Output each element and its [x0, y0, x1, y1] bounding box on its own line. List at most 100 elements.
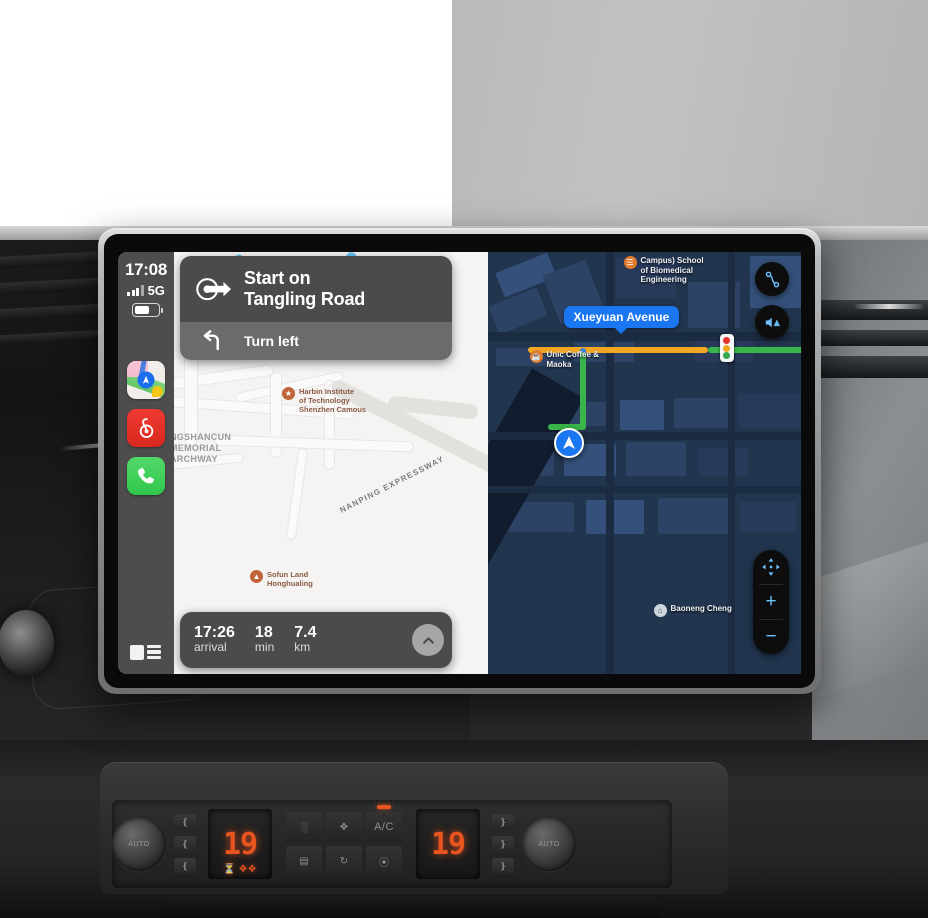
maps-pin-icon: [137, 371, 155, 389]
poi-label: Baoneng Cheng: [670, 604, 732, 613]
dashboard-split-view-icon[interactable]: [130, 642, 162, 662]
poi-label: Harbin Institute of Technology Shenzhen …: [299, 387, 367, 414]
poi-label: Campus) School of Biomedical Engineering: [640, 256, 704, 284]
cellular-bars-icon: [127, 285, 144, 296]
eta-arrival-label: arrival: [194, 640, 227, 654]
cafe-icon: ☕: [529, 350, 543, 363]
traffic-light-amber: [723, 344, 730, 352]
poi-university[interactable]: ★ Harbin Institute of Technology Shenzhe…: [282, 387, 366, 414]
road-segment: [213, 434, 415, 453]
instruction-line-2: Tangling Road: [244, 289, 366, 309]
windshield-left: [0, 0, 452, 232]
air-vent-right: [812, 300, 928, 320]
carplay-sidebar: 17:08 5G: [118, 252, 174, 674]
traffic-light-red: [723, 336, 730, 344]
eta-duration: 18 min: [255, 625, 274, 655]
building-block: [487, 287, 548, 335]
seat-heat-button-4[interactable]: ❵: [492, 814, 514, 830]
building-block: [657, 498, 728, 534]
next-instruction-text: Turn left: [244, 333, 299, 349]
climate-button-grid: ░ ✥ A/C ▤ ↻ ⦿: [276, 812, 412, 876]
navigation-puck-icon: [553, 428, 584, 458]
console-lower-lip: [160, 898, 660, 918]
rear-defrost-button[interactable]: ▤: [286, 846, 322, 876]
fan-off-button[interactable]: ⦿: [366, 846, 402, 876]
climate-knob-left[interactable]: AUTO: [112, 817, 166, 871]
dashboard-knob[interactable]: [0, 610, 54, 676]
seat-controls-left: ❴ ❴ ❴: [166, 814, 204, 874]
traffic-light-green: [723, 352, 730, 360]
road-segment: [487, 486, 801, 493]
route-overview-button[interactable]: [755, 262, 789, 296]
poi-park[interactable]: ▲ Sofun Land Honghualing: [250, 570, 313, 588]
poi-label: Sofun Land Honghualing: [267, 570, 313, 588]
poi-baoneng[interactable]: ⌂ Baoneng Cheng: [653, 604, 732, 617]
seat-heat-button-6[interactable]: ❵: [492, 858, 514, 874]
windshield-right: [452, 0, 928, 232]
network-label: 5G: [147, 283, 165, 298]
air-vent-right: [812, 330, 928, 346]
poi-cafe[interactable]: ☕ Unic Coffee & Maoka: [529, 350, 599, 369]
eta-expand-button[interactable]: [412, 624, 444, 656]
map-area[interactable]: NANPING EXPRESSWAY ★ Harbin Institute of…: [174, 252, 801, 674]
building-block: [585, 500, 644, 534]
road-label-expressway: NANPING EXPRESSWAY: [338, 454, 446, 515]
app-icon-maps[interactable]: [127, 361, 165, 399]
climate-control-panel: AUTO ❴ ❴ ❴ 19 ⏳ ❖❖ ░ ✥ A/C ▤ ↻ ⦿ 19 ❵ ❵ …: [112, 800, 672, 888]
poi-campus[interactable]: ☰ Campus) School of Biomedical Engineeri…: [623, 256, 704, 285]
audio-alerts-button[interactable]: [755, 305, 789, 339]
seat-heat-button-5[interactable]: ❵: [492, 836, 514, 852]
building-block: [697, 448, 748, 476]
building-block: [737, 394, 801, 428]
instruction-line-1: Start on: [244, 268, 311, 288]
zoom-in-button[interactable]: +: [753, 585, 789, 619]
air-distribution-button[interactable]: ✥: [326, 812, 362, 842]
university-icon: ☰: [623, 256, 637, 269]
park-icon: ▲: [250, 570, 263, 583]
primary-instruction-text: Start on Tangling Road: [244, 268, 365, 310]
building-block: [673, 398, 730, 428]
eta-duration-value: 18: [254, 624, 273, 641]
eta-distance: 7.4 km: [294, 625, 316, 655]
sidebar-app-list: [127, 361, 165, 495]
primary-instruction[interactable]: Start on Tangling Road: [180, 256, 452, 322]
road-segment: [487, 332, 801, 341]
temp-display-left: 19 ⏳ ❖❖: [208, 809, 272, 879]
building-block: [739, 502, 796, 532]
eta-distance-value: 7.4: [294, 624, 317, 641]
university-icon: ★: [282, 387, 295, 400]
temp-display-right: 19: [416, 809, 480, 879]
status-clock: 17:08: [125, 260, 167, 279]
eta-bar[interactable]: 17:26 arrival 18 min 7.4 km: [180, 612, 452, 668]
poi-label: Unic Coffee & Maoka: [546, 350, 599, 369]
seat-heat-button-2[interactable]: ❴: [174, 836, 196, 852]
vent-chrome-trim-right: [855, 304, 923, 309]
temp-value-right: 19: [430, 826, 466, 862]
air-vent-right: [812, 356, 928, 378]
carplay-screen: 17:08 5G NANPING EXPRESSWAY ★ Harbin Ins…: [118, 252, 801, 674]
temp-value-left: 19: [222, 826, 258, 862]
building-block: [625, 442, 686, 476]
app-icon-phone[interactable]: [127, 457, 165, 495]
pan-arrows-icon[interactable]: [753, 550, 789, 584]
turn-left-arrow-icon: [194, 330, 232, 352]
app-icon-netease-music[interactable]: [127, 409, 165, 447]
next-instruction[interactable]: Turn left: [180, 322, 452, 360]
building-block: [619, 400, 664, 430]
recirculate-button[interactable]: ↻: [326, 846, 362, 876]
dashboard-icon-panel: [130, 644, 144, 660]
screen-bezel: 17:08 5G NANPING EXPRESSWAY ★ Harbin Ins…: [104, 234, 815, 688]
eta-arrival: 17:26 arrival: [194, 625, 235, 655]
turn-by-turn-banner[interactable]: Start on Tangling Road Turn left: [180, 256, 452, 360]
front-defrost-button[interactable]: ░: [286, 812, 322, 842]
place-label-archway: NGSHANCUN MEMORIAL ARCHWAY: [174, 432, 232, 464]
battery-icon: [132, 303, 163, 317]
start-route-arrow-icon: [194, 273, 232, 305]
dashboard-icon-lines: [147, 644, 161, 660]
map-zoom-controls[interactable]: + −: [753, 550, 789, 654]
seat-heat-button-3[interactable]: ❴: [174, 858, 196, 874]
ac-toggle-button[interactable]: A/C: [366, 812, 402, 842]
seat-heat-button-1[interactable]: ❴: [174, 814, 196, 830]
climate-knob-right[interactable]: AUTO: [522, 817, 576, 871]
building-icon: ⌂: [653, 604, 667, 617]
